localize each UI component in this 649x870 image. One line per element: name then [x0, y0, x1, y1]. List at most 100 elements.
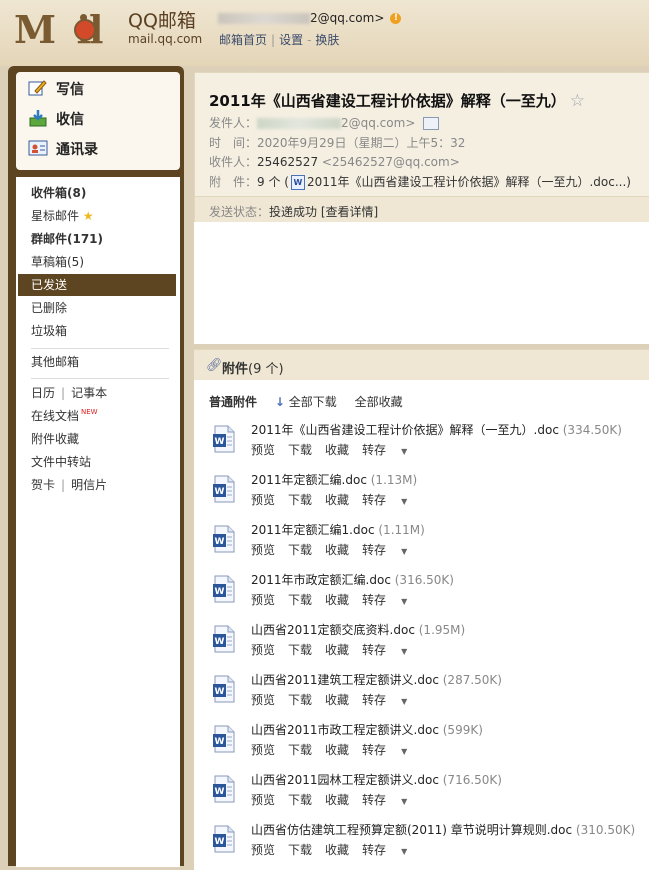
preview-button[interactable]: 预览	[251, 843, 275, 857]
preview-button[interactable]: 预览	[251, 493, 275, 507]
folder-spam[interactable]: 垃圾箱	[31, 322, 67, 340]
qqmail-logo[interactable]: M il	[14, 10, 124, 50]
to-row: 收件人：25462527 <25462527@qq.com>	[209, 155, 460, 169]
download-button[interactable]: 下载	[288, 543, 312, 557]
link-docs[interactable]: 在线文档 NEW	[31, 407, 98, 425]
time-row: 时 间：2020年9月29日（星期二）上午5：32	[209, 136, 466, 150]
link-transfer[interactable]: 文件中转站	[31, 453, 91, 471]
transfer-dropdown[interactable]: 转存 ▼	[362, 743, 420, 757]
favorite-button[interactable]: 收藏	[325, 493, 349, 507]
download-button[interactable]: 下载	[288, 643, 312, 657]
download-button[interactable]: 下载	[288, 493, 312, 507]
divider	[31, 348, 169, 349]
attachment-item: W 2011年定额汇编1.doc (1.11M) 预览 下载 收藏 转存 ▼	[212, 521, 642, 565]
favorite-button[interactable]: 收藏	[325, 543, 349, 557]
to-name[interactable]: 25462527	[257, 155, 318, 169]
attachment-name[interactable]: 山西省2011园林工程定额讲义.doc (716.50K)	[251, 771, 502, 788]
contacts-button[interactable]: 通讯录	[28, 139, 98, 161]
link-skin[interactable]: 换肤	[315, 33, 339, 47]
favorite-button[interactable]: 收藏	[325, 793, 349, 807]
preview-button[interactable]: 预览	[251, 543, 275, 557]
favorite-button[interactable]: 收藏	[325, 443, 349, 457]
word-doc-icon: W	[213, 625, 235, 653]
word-doc-icon: W	[213, 675, 235, 703]
favorite-button[interactable]: 收藏	[325, 593, 349, 607]
transfer-dropdown[interactable]: 转存 ▼	[362, 543, 420, 557]
attachment-name[interactable]: 山西省2011市政工程定额讲义.doc (599K)	[251, 721, 483, 738]
transfer-dropdown[interactable]: 转存 ▼	[362, 493, 420, 507]
attachment-name[interactable]: 山西省2011定额交底资料.doc (1.95M)	[251, 621, 465, 638]
folder-inbox[interactable]: 收件箱(8)	[31, 184, 86, 202]
favorite-button[interactable]: 收藏	[325, 693, 349, 707]
folder-sent[interactable]: 已发送	[18, 274, 176, 296]
attachment-name[interactable]: 2011年《山西省建设工程计价依据》解释（一至九）.doc (334.50K)	[251, 421, 622, 438]
favorite-button[interactable]: 收藏	[325, 643, 349, 657]
mail-subject: 2011年《山西省建设工程计价依据》解释（一至九） ☆	[209, 91, 586, 111]
attachment-row: 附 件：9 个 (W 2011年《山西省建设工程计价依据》解释（一至九）.doc.…	[209, 175, 631, 190]
redacted-text	[218, 13, 310, 24]
attachment-item: W 2011年市政定额汇编.doc (316.50K) 预览 下载 收藏 转存 ▼	[212, 571, 642, 615]
folder-drafts[interactable]: 草稿箱(5)	[31, 253, 84, 271]
download-button[interactable]: 下载	[288, 693, 312, 707]
favorite-button[interactable]: 收藏	[325, 743, 349, 757]
redacted-text	[257, 118, 341, 129]
tools-row-card: 贺卡 | 明信片	[31, 478, 108, 492]
svg-text:W: W	[215, 637, 225, 647]
alert-icon[interactable]: !	[390, 13, 402, 24]
receive-button[interactable]: 收信	[28, 109, 84, 131]
attachment-name[interactable]: 2011年定额汇编1.doc (1.11M)	[251, 521, 425, 538]
link-card[interactable]: 贺卡	[31, 478, 55, 492]
preview-button[interactable]: 预览	[251, 693, 275, 707]
link-att-fav[interactable]: 附件收藏	[31, 430, 79, 448]
link-settings[interactable]: 设置	[279, 33, 303, 47]
brand-url: mail.qq.com	[128, 32, 203, 46]
preview-button[interactable]: 预览	[251, 443, 275, 457]
chevron-down-icon: ▼	[401, 447, 408, 456]
download-button[interactable]: 下载	[288, 593, 312, 607]
top-header: M il QQ邮箱 mail.qq.com 2@qq.com>! 邮箱首页 | 设置…	[0, 0, 649, 66]
download-button[interactable]: 下载	[288, 443, 312, 457]
view-details-link[interactable]: [查看详情]	[321, 205, 378, 219]
preview-button[interactable]: 预览	[251, 643, 275, 657]
transfer-dropdown[interactable]: 转存 ▼	[362, 593, 420, 607]
folder-other[interactable]: 其他邮箱	[31, 353, 79, 371]
word-doc-icon: W	[213, 475, 235, 503]
folder-group[interactable]: 群邮件(171)	[31, 230, 103, 248]
brand-name: QQ邮箱	[128, 10, 196, 32]
download-button[interactable]: 下载	[288, 793, 312, 807]
first-attachment-link[interactable]: 2011年《山西省建设工程计价依据》解释（一至九）.doc...)	[307, 175, 631, 189]
transfer-dropdown[interactable]: 转存 ▼	[362, 793, 420, 807]
transfer-dropdown[interactable]: 转存 ▼	[362, 643, 420, 657]
link-postcard[interactable]: 明信片	[71, 478, 107, 492]
attachment-name[interactable]: 山西省2011建筑工程定额讲义.doc (287.50K)	[251, 671, 502, 688]
account-address: 2@qq.com>!	[218, 11, 402, 25]
chevron-down-icon: ▼	[401, 797, 408, 806]
folder-deleted[interactable]: 已删除	[31, 299, 67, 317]
download-button[interactable]: 下载	[288, 843, 312, 857]
attachment-item: W 山西省2011建筑工程定额讲义.doc (287.50K) 预览 下载 收藏 转存 ▼	[212, 671, 642, 715]
download-button[interactable]: 下载	[288, 743, 312, 757]
link-mail-home[interactable]: 邮箱首页	[219, 33, 267, 47]
brand: QQ邮箱 mail.qq.com	[128, 10, 202, 46]
transfer-dropdown[interactable]: 转存 ▼	[362, 693, 420, 707]
folder-starred[interactable]: 星标邮件 ★	[31, 207, 94, 225]
star-toggle-icon[interactable]: ☆	[570, 91, 585, 111]
attachment-name[interactable]: 2011年市政定额汇编.doc (316.50K)	[251, 571, 454, 588]
preview-button[interactable]: 预览	[251, 793, 275, 807]
compose-icon	[28, 80, 47, 96]
download-all-button[interactable]: ↓ 全部下载	[275, 395, 337, 409]
transfer-dropdown[interactable]: 转存 ▼	[362, 443, 420, 457]
preview-button[interactable]: 预览	[251, 593, 275, 607]
compose-button[interactable]: 写信	[28, 79, 84, 101]
attachment-name[interactable]: 2011年定额汇编.doc (1.13M)	[251, 471, 417, 488]
contact-card-icon[interactable]	[423, 117, 440, 130]
transfer-dropdown[interactable]: 转存 ▼	[362, 843, 420, 857]
save-all-button[interactable]: 全部收藏	[355, 395, 403, 409]
chevron-down-icon: ▼	[401, 747, 408, 756]
preview-button[interactable]: 预览	[251, 743, 275, 757]
link-calendar[interactable]: 日历	[31, 386, 55, 400]
favorite-button[interactable]: 收藏	[325, 843, 349, 857]
star-icon: ★	[82, 209, 94, 223]
link-notes[interactable]: 记事本	[71, 386, 107, 400]
attachment-name[interactable]: 山西省仿估建筑工程预算定额(2011) 章节说明计算规则.doc (310.50…	[251, 821, 635, 838]
